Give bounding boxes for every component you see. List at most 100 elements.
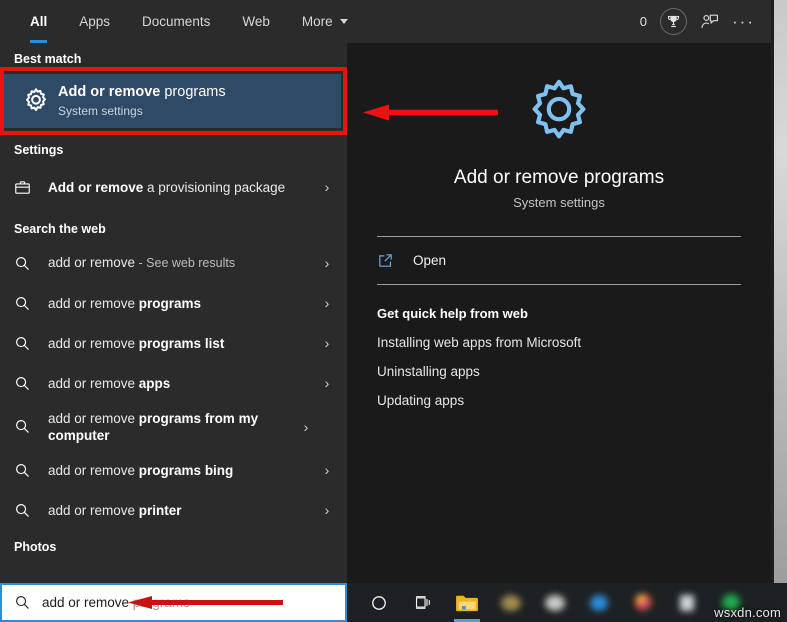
- best-match-title-bold: Add or remove: [58, 84, 161, 100]
- windows-search-overlay: All Apps Documents Web More 0 ··· Best m…: [0, 0, 787, 622]
- best-match-result[interactable]: Add or remove programs System settings: [4, 74, 341, 128]
- cortana-icon[interactable]: [357, 583, 401, 622]
- web-suggestion-label: add or remove programs: [48, 295, 319, 312]
- search-icon: [14, 375, 48, 392]
- firefox-icon[interactable]: [621, 583, 665, 622]
- open-external-icon: [377, 252, 413, 269]
- web-suggestion-bold: programs bing: [138, 462, 234, 478]
- settings-result-rest: a provisioning package: [143, 179, 286, 195]
- help-link-uninstalling-apps[interactable]: Uninstalling apps: [347, 350, 771, 379]
- best-match-title-rest: programs: [160, 84, 226, 100]
- chevron-right-icon[interactable]: ›: [319, 335, 335, 351]
- search-icon: [14, 502, 48, 519]
- web-suggestion-plain: add or remove: [48, 410, 139, 426]
- best-match-title: Add or remove programs: [58, 83, 226, 102]
- tab-apps[interactable]: Apps: [63, 0, 126, 43]
- web-suggestion-plain: add or remove: [48, 375, 139, 391]
- web-suggestion-label: add or remove apps: [48, 375, 319, 392]
- chevron-right-icon[interactable]: ›: [319, 179, 335, 195]
- chevron-down-icon: [339, 18, 348, 24]
- topbar-actions: 0 ···: [640, 0, 771, 43]
- search-results-panel: Best match Add or remove programs System…: [0, 43, 347, 583]
- tab-all[interactable]: All: [14, 0, 63, 43]
- web-suggestion-suffix: - See web results: [135, 256, 236, 270]
- search-icon: [14, 295, 48, 312]
- web-suggestion-label: add or remove programs from my computer: [48, 410, 298, 444]
- file-explorer-icon[interactable]: [445, 583, 489, 622]
- task-view-icon[interactable]: [401, 583, 445, 622]
- chevron-right-icon[interactable]: ›: [319, 462, 335, 478]
- settings-result-label: Add or remove a provisioning package: [48, 179, 319, 196]
- app-icon-1[interactable]: [489, 583, 533, 622]
- app-icon-5[interactable]: [665, 583, 709, 622]
- web-suggestion-bold: apps: [138, 375, 171, 391]
- web-suggestion-apps[interactable]: add or remove apps ›: [0, 363, 347, 403]
- quick-help-heading: Get quick help from web: [377, 306, 528, 321]
- gear-icon: [522, 75, 596, 149]
- chevron-right-icon[interactable]: ›: [319, 255, 335, 271]
- web-suggestion-label: add or remove programs list: [48, 335, 319, 352]
- tab-web-label: Web: [242, 14, 270, 29]
- best-match-container: Add or remove programs System settings: [0, 67, 347, 135]
- web-suggestion-label: add or remove programs bing: [48, 462, 319, 479]
- chevron-right-icon[interactable]: ›: [319, 502, 335, 518]
- web-suggestion-bold: programs list: [138, 335, 225, 351]
- web-suggestion-printer[interactable]: add or remove printer ›: [0, 490, 347, 530]
- ellipsis-icon[interactable]: ···: [732, 13, 755, 30]
- provisioning-package-icon: [14, 179, 48, 196]
- web-suggestion-plain: add or remove: [48, 335, 139, 351]
- web-suggestion-label: add or remove - See web results: [48, 254, 319, 272]
- search-typed-text: add or remove: [42, 595, 133, 610]
- web-suggestion-programs-list[interactable]: add or remove programs list ›: [0, 323, 347, 363]
- best-match-text: Add or remove programs System settings: [58, 83, 226, 119]
- desktop-background-sliver: [771, 0, 787, 583]
- web-suggestion-plain: add or remove: [48, 502, 139, 518]
- search-filter-bar: All Apps Documents Web More 0 ···: [0, 0, 771, 43]
- annotation-arrow-to-best-match: [363, 104, 498, 121]
- tab-apps-label: Apps: [79, 14, 111, 29]
- app-icon-3[interactable]: [577, 583, 621, 622]
- search-icon: [14, 418, 48, 435]
- web-suggestion-programs-from-my-computer[interactable]: add or remove programs from my computer …: [0, 403, 347, 450]
- preview-title: Add or remove programs: [453, 167, 665, 188]
- taskbar: wsxdn.com: [347, 583, 787, 622]
- trophy-icon[interactable]: [660, 8, 688, 35]
- search-icon: [14, 255, 48, 272]
- open-action[interactable]: Open: [347, 237, 771, 284]
- annotation-arrow-to-search-box: [128, 596, 283, 609]
- feedback-person-icon[interactable]: [700, 12, 719, 31]
- web-suggestion-see-web-results[interactable]: add or remove - See web results ›: [0, 243, 347, 283]
- web-suggestion-plain: add or remove: [48, 255, 136, 270]
- web-suggestion-bold: printer: [138, 502, 182, 518]
- web-suggestion-plain: add or remove: [48, 462, 139, 478]
- settings-heading: Settings: [14, 143, 64, 157]
- web-suggestion-label: add or remove printer: [48, 502, 319, 519]
- rewards-count: 0: [639, 14, 648, 29]
- app-icon-2[interactable]: [533, 583, 577, 622]
- web-suggestion-plain: add or remove: [48, 295, 139, 311]
- settings-result-provisioning-package[interactable]: Add or remove a provisioning package ›: [0, 164, 347, 210]
- chevron-right-icon[interactable]: ›: [319, 375, 335, 391]
- tab-documents[interactable]: Documents: [126, 0, 226, 43]
- help-link-installing-web-apps[interactable]: Installing web apps from Microsoft: [347, 321, 771, 350]
- tab-more[interactable]: More: [286, 0, 364, 43]
- tab-web[interactable]: Web: [226, 0, 286, 43]
- best-match-subtitle: System settings: [58, 104, 143, 118]
- chevron-right-icon[interactable]: ›: [298, 419, 314, 435]
- gear-icon: [14, 86, 58, 116]
- best-match-heading: Best match: [14, 52, 82, 66]
- tab-more-label: More: [301, 14, 333, 29]
- web-suggestion-programs[interactable]: add or remove programs ›: [0, 283, 347, 323]
- watermark: wsxdn.com: [714, 605, 781, 620]
- preview-panel: Add or remove programs System settings O…: [347, 43, 771, 583]
- tab-documents-label: Documents: [142, 14, 211, 29]
- tab-all-label: All: [30, 14, 48, 29]
- web-suggestion-programs-bing[interactable]: add or remove programs bing ›: [0, 450, 347, 490]
- photos-heading: Photos: [14, 540, 57, 554]
- search-icon: [14, 594, 42, 611]
- chevron-right-icon[interactable]: ›: [319, 295, 335, 311]
- search-icon: [14, 462, 48, 479]
- help-link-updating-apps[interactable]: Updating apps: [347, 379, 771, 408]
- preview-hero: Add or remove programs System settings: [347, 43, 771, 210]
- search-the-web-heading: Search the web: [14, 222, 106, 236]
